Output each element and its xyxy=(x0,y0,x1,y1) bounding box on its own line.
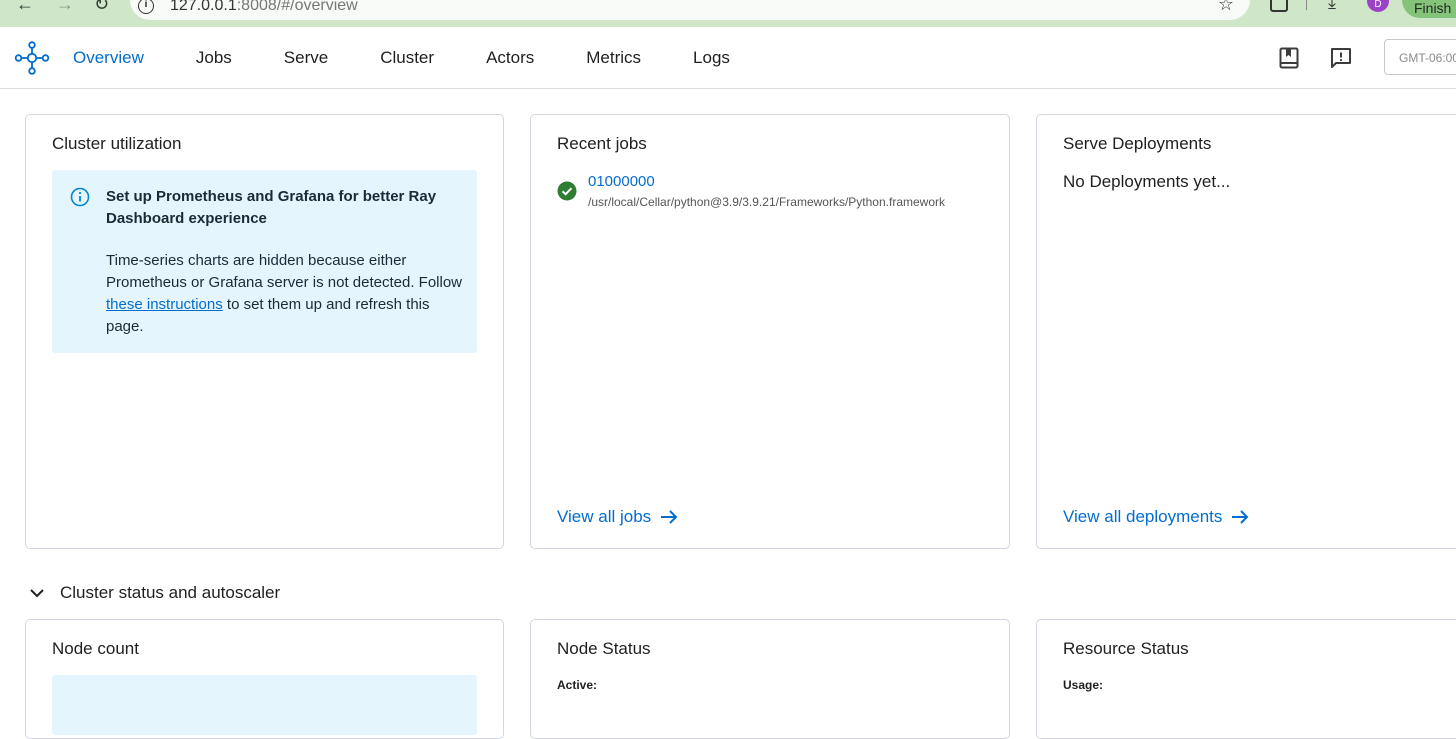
address-bar[interactable]: i 127.0.0.1:8008/#/overview ☆ xyxy=(130,0,1250,20)
job-command: /usr/local/Cellar/python@3.9/3.9.21/Fram… xyxy=(588,195,945,209)
empty-state-text: No Deployments yet... xyxy=(1063,172,1231,191)
card-title: Node count xyxy=(52,639,139,658)
toolbar-divider xyxy=(1306,0,1307,10)
url-text: 127.0.0.1:8008/#/overview xyxy=(170,0,358,14)
prometheus-alert: Set up Prometheus and Grafana for better… xyxy=(52,170,477,353)
finish-button[interactable]: Finish xyxy=(1402,0,1456,18)
feedback-icon[interactable] xyxy=(1329,46,1353,70)
nav-actors[interactable]: Actors xyxy=(486,48,534,68)
node-status-card: Node Status Active: xyxy=(530,619,1010,739)
arrow-right-icon xyxy=(661,510,678,524)
prometheus-alert xyxy=(52,675,477,735)
job-id-link[interactable]: 01000000 xyxy=(588,173,655,190)
card-title: Cluster utilization xyxy=(52,134,182,153)
card-title: Resource Status xyxy=(1063,639,1189,658)
chevron-down-icon xyxy=(30,589,44,598)
view-all-jobs-link[interactable]: View all jobs xyxy=(557,507,679,527)
section-title: Cluster status and autoscaler xyxy=(60,583,281,602)
card-title: Serve Deployments xyxy=(1063,134,1212,153)
resource-status-card: Resource Status Usage: xyxy=(1036,619,1456,739)
arrow-right-icon xyxy=(1232,510,1249,524)
nav-serve[interactable]: Serve xyxy=(284,48,328,68)
alert-title: Set up Prometheus and Grafana for better… xyxy=(106,188,437,227)
profile-avatar[interactable]: D xyxy=(1367,0,1389,12)
recent-jobs-card: Recent jobs 01000000 /usr/local/Cellar/p… xyxy=(530,114,1010,549)
cluster-utilization-card: Cluster utilization Set up Prometheus an… xyxy=(25,114,504,549)
card-title: Recent jobs xyxy=(557,134,647,153)
docs-icon[interactable] xyxy=(1277,46,1301,70)
extensions-icon[interactable] xyxy=(1270,0,1288,12)
info-icon xyxy=(70,187,90,207)
nav-jobs[interactable]: Jobs xyxy=(196,48,232,68)
nav-metrics[interactable]: Metrics xyxy=(586,48,641,68)
app-header: Overview Jobs Serve Cluster Actors Metri… xyxy=(0,27,1456,89)
download-icon[interactable]: ⤓ xyxy=(1328,0,1336,13)
usage-label: Usage: xyxy=(1063,678,1104,692)
nav-logs[interactable]: Logs xyxy=(693,48,730,68)
timezone-select[interactable]: GMT-06:00 xyxy=(1384,39,1456,75)
view-all-deployments-link[interactable]: View all deployments xyxy=(1063,507,1250,527)
nav-overview[interactable]: Overview xyxy=(73,48,144,68)
bookmark-star-icon[interactable]: ☆ xyxy=(1218,0,1234,15)
ray-logo-icon[interactable] xyxy=(14,41,50,75)
node-count-card: Node count xyxy=(25,619,504,739)
nav-cluster[interactable]: Cluster xyxy=(380,48,434,68)
success-check-icon xyxy=(557,181,577,201)
alert-body: Time-series charts are hidden because ei… xyxy=(106,252,463,335)
cluster-status-section-toggle[interactable]: Cluster status and autoscaler xyxy=(28,583,280,603)
reload-icon[interactable]: ↻ xyxy=(94,0,109,15)
active-label: Active: xyxy=(557,678,598,692)
instructions-link[interactable]: these instructions xyxy=(106,296,223,313)
forward-icon[interactable]: → xyxy=(56,0,74,15)
main-nav: Overview Jobs Serve Cluster Actors Metri… xyxy=(73,27,782,89)
back-icon[interactable]: ← xyxy=(16,0,34,15)
browser-toolbar: ← → ↻ i 127.0.0.1:8008/#/overview ☆ ⤓ D … xyxy=(0,0,1456,27)
serve-deployments-card: Serve Deployments No Deployments yet... … xyxy=(1036,114,1456,549)
card-title: Node Status xyxy=(557,639,651,658)
site-info-icon[interactable]: i xyxy=(138,0,154,14)
